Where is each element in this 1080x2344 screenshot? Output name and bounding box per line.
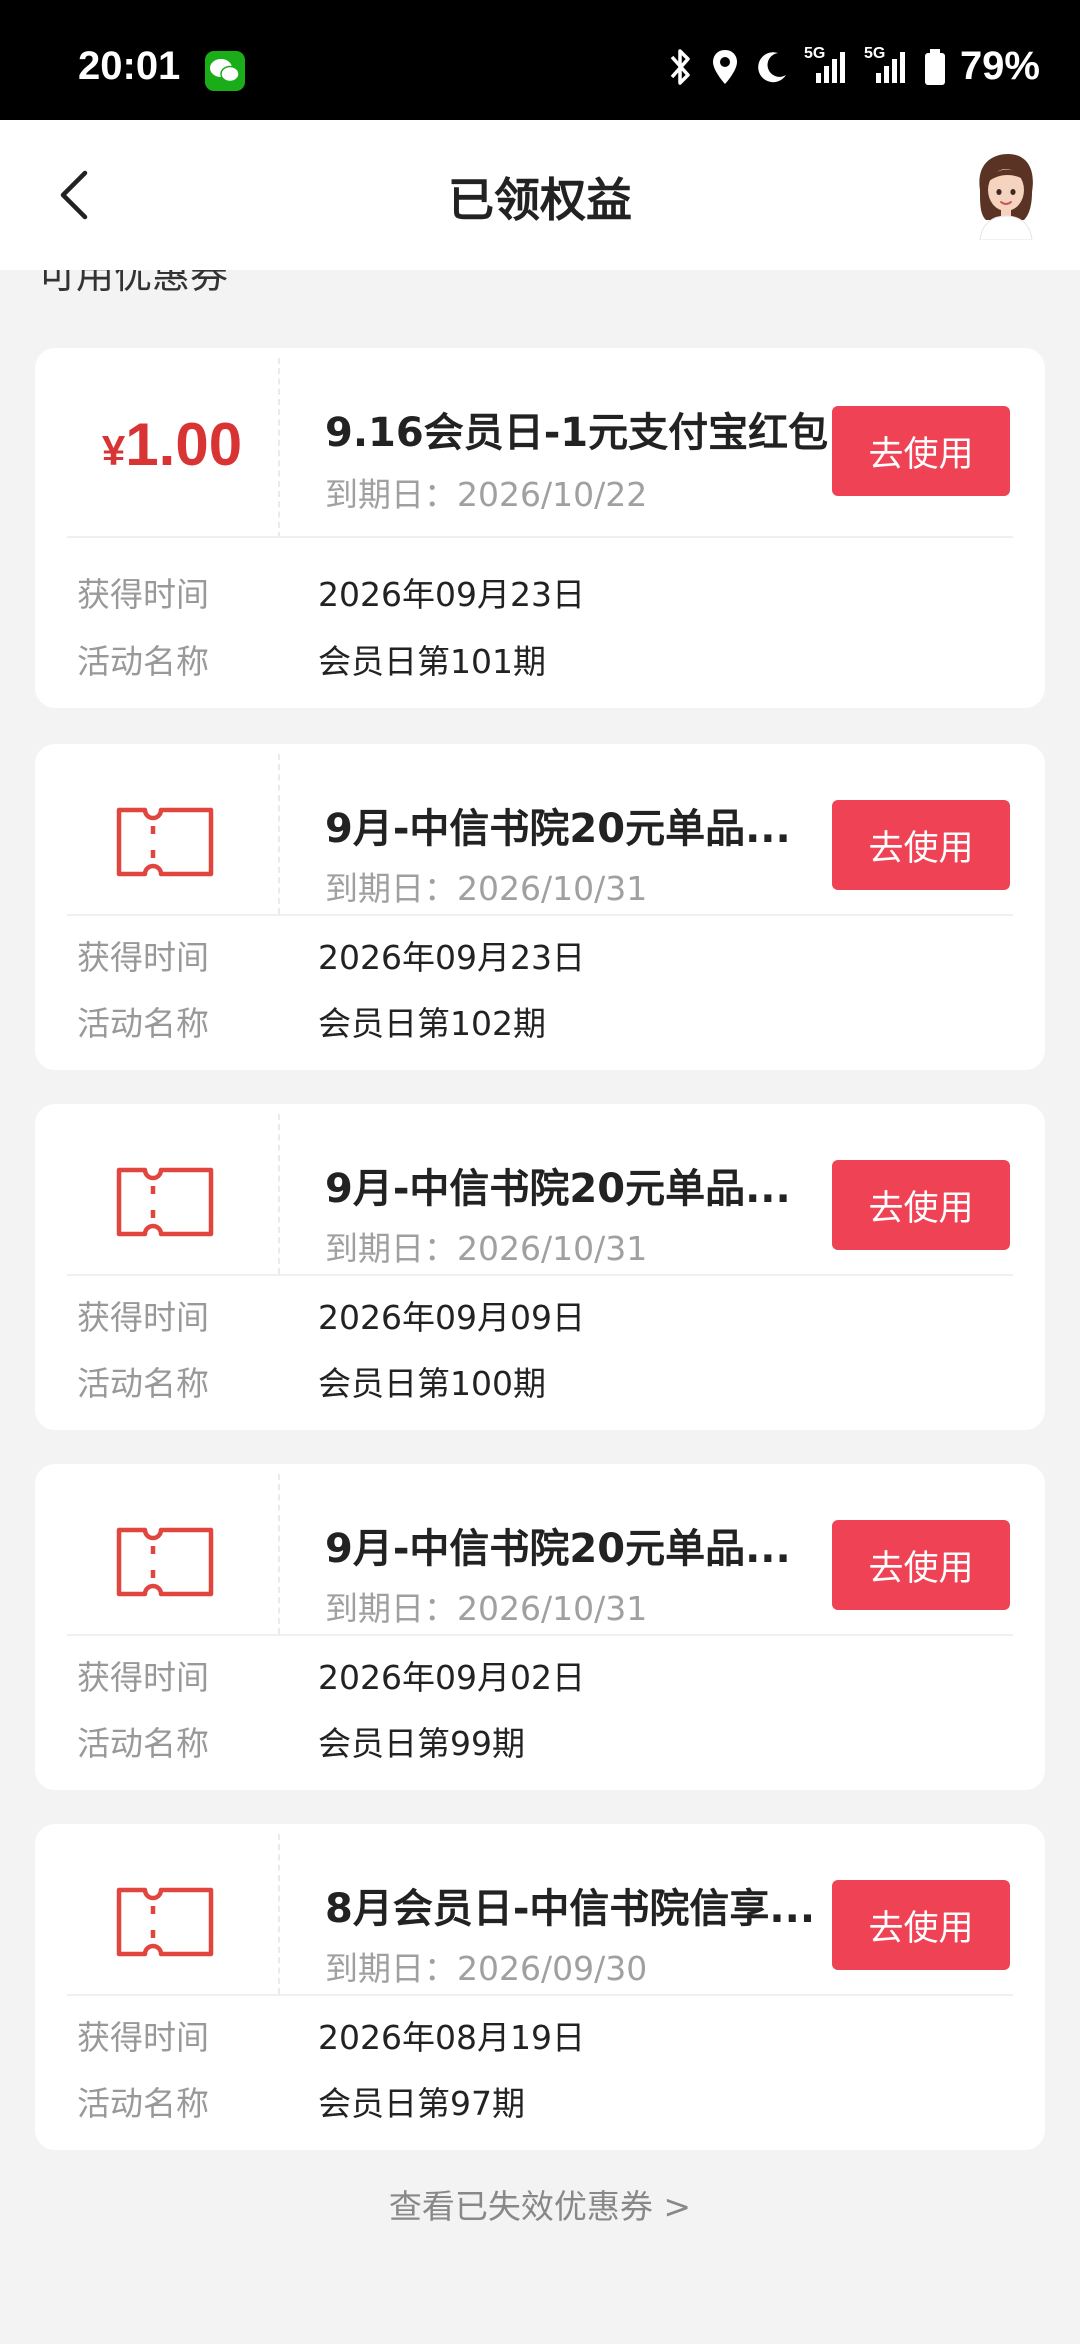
- acquired-time-value: 2026年09月02日: [318, 1658, 585, 1697]
- card-separator: [67, 1634, 1013, 1636]
- ticket-icon: [116, 807, 214, 877]
- use-coupon-button[interactable]: 去使用: [832, 406, 1010, 496]
- acquired-time-value: 2026年09月23日: [318, 938, 585, 977]
- acquired-time-label: 获得时间: [77, 1658, 209, 1697]
- activity-name-value: 会员日第101期: [318, 642, 546, 681]
- acquired-time-label: 获得时间: [77, 938, 209, 977]
- location-icon: [710, 47, 740, 87]
- activity-name-value: 会员日第100期: [318, 1364, 546, 1403]
- status-time: 20:01: [78, 44, 181, 88]
- coupon-name: 9月-中信书院20元单品...: [325, 1166, 791, 1212]
- page-title: 已领权益: [448, 173, 632, 227]
- coupon-expiry: 到期日：2026/10/31: [325, 1229, 648, 1268]
- signal-5g-icon-2: 5G: [864, 45, 910, 87]
- activity-name-label: 活动名称: [77, 1004, 209, 1043]
- coupon-expiry: 到期日：2026/10/22: [325, 475, 648, 514]
- activity-name-label: 活动名称: [77, 2084, 209, 2123]
- view-expired-coupons-link[interactable]: 查看已失效优惠券 >: [0, 2180, 1080, 2228]
- activity-name-value: 会员日第97期: [318, 2084, 525, 2123]
- card-separator: [67, 536, 1013, 538]
- activity-name-label: 活动名称: [77, 1364, 209, 1403]
- coupon-expiry: 到期日：2026/10/31: [325, 869, 648, 908]
- coupon-name: 9.16会员日-1元支付宝红包: [325, 410, 829, 456]
- signal-5g-icon-1: 5G: [804, 45, 850, 87]
- acquired-time-label: 获得时间: [77, 1298, 209, 1337]
- card-divider: [278, 1834, 280, 1994]
- acquired-time-value: 2026年09月23日: [318, 575, 585, 614]
- coupon-card: 8月会员日-中信书院信享... 到期日：2026/09/30 去使用 获得时间 …: [35, 1824, 1045, 2150]
- card-divider: [278, 1114, 280, 1274]
- acquired-time-label: 获得时间: [77, 575, 209, 614]
- wechat-notification-icon: [205, 51, 245, 91]
- battery-percent: 79%: [959, 44, 1040, 88]
- coupon-name: 8月会员日-中信书院信享...: [325, 1886, 816, 1932]
- use-coupon-button[interactable]: 去使用: [832, 1520, 1010, 1610]
- acquired-time-value: 2026年09月09日: [318, 1298, 585, 1337]
- activity-name-label: 活动名称: [77, 1724, 209, 1763]
- card-divider: [278, 1474, 280, 1634]
- card-separator: [67, 914, 1013, 916]
- use-coupon-button[interactable]: 去使用: [832, 800, 1010, 890]
- use-coupon-button[interactable]: 去使用: [832, 1880, 1010, 1970]
- use-coupon-button[interactable]: 去使用: [832, 1160, 1010, 1250]
- ticket-icon: [116, 1887, 214, 1957]
- coupon-name: 9月-中信书院20元单品...: [325, 1526, 791, 1572]
- ticket-icon: [116, 1167, 214, 1237]
- section-title-clip: 可用优惠券: [0, 270, 1080, 298]
- coupon-card: 9月-中信书院20元单品... 到期日：2026/10/31 去使用 获得时间 …: [35, 744, 1045, 1070]
- avatar[interactable]: [970, 150, 1042, 241]
- do-not-disturb-moon-icon: [754, 47, 790, 87]
- activity-name-label: 活动名称: [77, 642, 209, 681]
- coupon-card: ¥1.00 9.16会员日-1元支付宝红包 到期日：2026/10/22 去使用…: [35, 348, 1045, 708]
- card-divider: [278, 754, 280, 914]
- coupon-expiry: 到期日：2026/10/31: [325, 1589, 648, 1628]
- status-indicators: 5G 5G 79%: [664, 44, 1040, 89]
- acquired-time-label: 获得时间: [77, 2018, 209, 2057]
- status-bar: 20:01 5G 5G 79%: [0, 0, 1080, 120]
- acquired-time-value: 2026年08月19日: [318, 2018, 585, 2057]
- coupon-amount: ¥1.00: [101, 411, 243, 478]
- coupon-card: 9月-中信书院20元单品... 到期日：2026/10/31 去使用 获得时间 …: [35, 1104, 1045, 1430]
- bluetooth-icon: [664, 47, 696, 87]
- activity-name-value: 会员日第99期: [318, 1724, 525, 1763]
- card-separator: [67, 1274, 1013, 1276]
- activity-name-value: 会员日第102期: [318, 1004, 546, 1043]
- coupon-expiry: 到期日：2026/09/30: [325, 1949, 648, 1988]
- card-separator: [67, 1994, 1013, 1996]
- card-divider: [278, 358, 280, 538]
- coupon-name: 9月-中信书院20元单品...: [325, 806, 791, 852]
- ticket-icon: [116, 1527, 214, 1597]
- coupon-card: 9月-中信书院20元单品... 到期日：2026/10/31 去使用 获得时间 …: [35, 1464, 1045, 1790]
- header: 已领权益: [0, 120, 1080, 270]
- section-title: 可用优惠券: [38, 270, 229, 297]
- battery-icon: [924, 47, 946, 87]
